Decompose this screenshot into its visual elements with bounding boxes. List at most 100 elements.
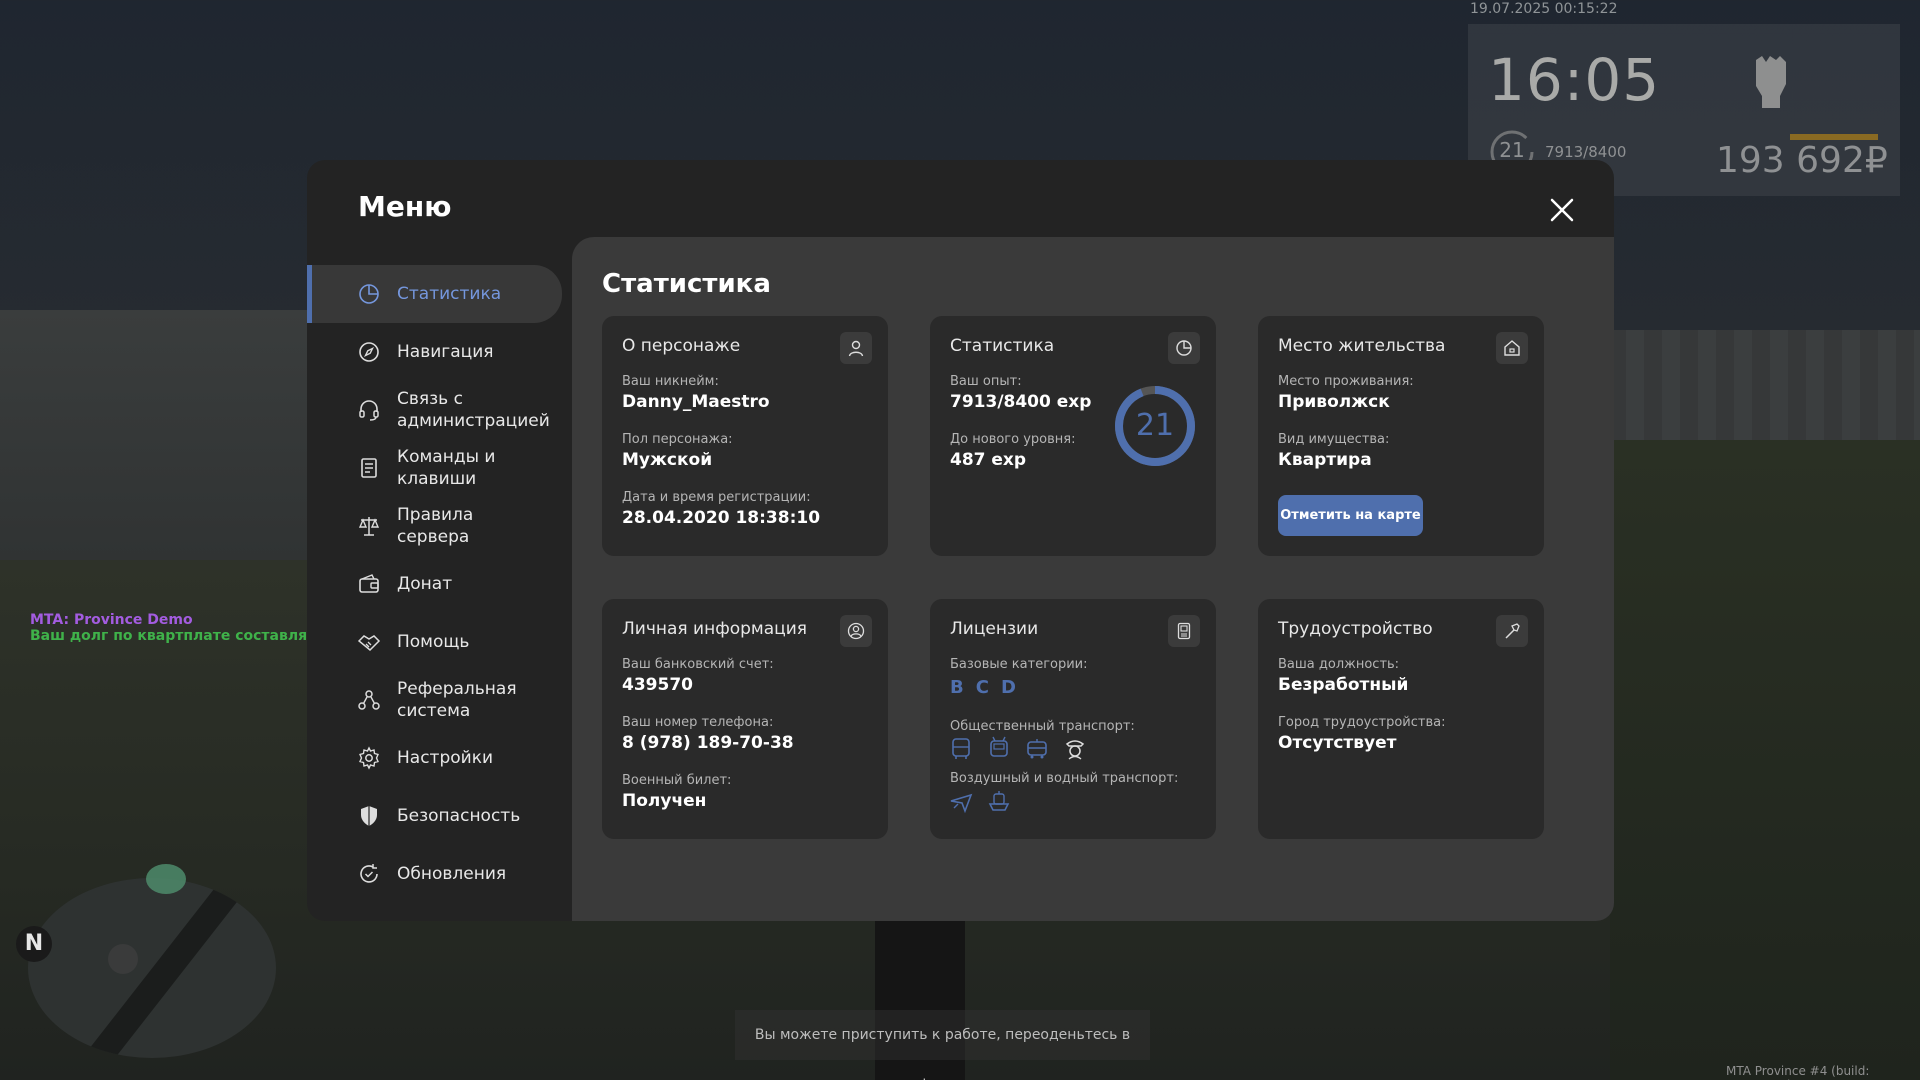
close-icon[interactable] <box>1545 193 1579 227</box>
background-field <box>1610 440 1920 1080</box>
gender-label: Пол персонажа: <box>622 432 733 447</box>
employment-city-label: Город трудоустройства: <box>1278 715 1446 730</box>
sidebar-item-commands[interactable]: Команды и клавиши <box>307 439 572 497</box>
card-icon-box <box>840 615 872 647</box>
sidebar-item-help[interactable]: Помощь <box>307 613 572 671</box>
card-title: Статистика <box>950 336 1055 356</box>
sidebar-item-label: Настройки <box>397 748 494 768</box>
minimap <box>28 878 276 1058</box>
minimap-road <box>76 878 246 1058</box>
license-category-d: D <box>1000 677 1016 698</box>
refresh-check-icon <box>360 864 378 883</box>
residence-place-label: Место проживания: <box>1278 374 1414 389</box>
house-icon <box>1504 340 1520 356</box>
hud-time: 16:05 <box>1488 46 1661 114</box>
sidebar-item-statistics[interactable]: Статистика <box>307 265 562 323</box>
content-panel: Статистика О персонаже Ваш никнейм: Dann… <box>572 237 1614 921</box>
nickname-value: Danny_Maestro <box>622 392 770 412</box>
licenses-card: Лицензии Базовые категории: B C D Общест… <box>930 599 1216 839</box>
hud-datetime: 19.07.2025 00:15:22 <box>1470 1 1618 17</box>
sidebar-item-label: Связь с администрацией <box>397 389 550 431</box>
sidebar-item-label: Навигация <box>397 342 494 362</box>
card-title: Место жительства <box>1278 336 1446 356</box>
sidebar-item-donate[interactable]: Донат <box>307 555 572 613</box>
pie-chart-icon <box>359 284 379 304</box>
card-title: О персонаже <box>622 336 741 356</box>
card-icon-box <box>840 332 872 364</box>
military-id-value: Получен <box>622 791 707 811</box>
build-info: MTA Province #4 (build: 6.12414.9) <box>1726 1064 1870 1080</box>
sidebar-item-label: Безопасность <box>397 806 521 826</box>
bus-stop-icon <box>146 864 186 894</box>
level-number: 21 <box>1135 408 1175 443</box>
trolleybus-icon <box>990 736 1008 757</box>
sidebar-item-label: Правила сервера <box>397 505 474 547</box>
sidebar-item-rules[interactable]: Правила сервера <box>307 497 572 555</box>
menu-window: Меню Статистика Навигация Связь с админи… <box>307 160 1614 921</box>
menu-title: Меню <box>358 190 452 223</box>
sidebar-item-label: Помощь <box>397 632 470 652</box>
fuel-station-icon <box>108 944 138 974</box>
nickname-label: Ваш никнейм: <box>622 374 719 389</box>
hud-money: 193 692₽ <box>1716 140 1888 181</box>
user-icon <box>848 340 864 357</box>
shield-icon <box>361 806 377 826</box>
plane-icon <box>950 793 973 814</box>
statistics-card: Статистика Ваш опыт: 7913/8400 exp До но… <box>930 316 1216 556</box>
user-circle-icon <box>847 622 865 640</box>
id-card-icon <box>1177 622 1191 640</box>
military-id-label: Военный билет: <box>622 773 732 788</box>
hint-message: Вы можете приступить к работе, переодень… <box>735 1010 1150 1080</box>
sidebar-item-settings[interactable]: Настройки <box>307 729 572 787</box>
sidebar-item-label: Статистика <box>397 284 502 304</box>
sidebar: Статистика Навигация Связь с администрац… <box>307 265 572 903</box>
bus-icon <box>952 738 970 759</box>
card-icon-box <box>1496 615 1528 647</box>
sidebar-item-referral[interactable]: Реферальная система <box>307 671 572 729</box>
tram-icon <box>1027 739 1047 759</box>
about-character-card: О персонаже Ваш никнейм: Danny_Maestro П… <box>602 316 888 556</box>
property-type-value: Квартира <box>1278 450 1372 470</box>
card-icon-box <box>1168 332 1200 364</box>
residence-card: Место жительства Место проживания: Приво… <box>1258 316 1544 556</box>
background-fence <box>1590 330 1920 450</box>
hud-level: 21 <box>1499 138 1525 162</box>
wallet-icon <box>359 574 379 593</box>
residence-place-value: Приволжск <box>1278 392 1390 412</box>
card-title: Личная информация <box>622 619 808 639</box>
sidebar-item-label: Обновления <box>397 864 507 884</box>
minimap-north-icon: N <box>16 926 52 962</box>
next-level-value: 487 exp <box>950 450 1027 470</box>
gender-value: Мужской <box>622 450 713 470</box>
bank-account-label: Ваш банковский счет: <box>622 657 774 672</box>
boat-icon <box>988 791 1010 811</box>
license-categories: B C D <box>950 677 1016 698</box>
compass-icon <box>359 342 379 362</box>
hud-exp: 7913/8400 <box>1545 143 1627 161</box>
next-level-label: До нового уровня: <box>950 432 1076 447</box>
sidebar-item-navigation[interactable]: Навигация <box>307 323 572 381</box>
exp-value: 7913/8400 exp <box>950 392 1092 412</box>
page-title: Статистика <box>602 269 771 299</box>
air-water-transport-icons <box>948 788 1012 814</box>
public-transport-label: Общественный транспорт: <box>950 719 1135 734</box>
phone-value: 8 (978) 189-70-38 <box>622 733 794 753</box>
taxi-driver-icon <box>1065 740 1085 760</box>
registration-label: Дата и время регистрации: <box>622 490 811 505</box>
sidebar-item-updates[interactable]: Обновления <box>307 845 572 903</box>
sidebar-item-security[interactable]: Безопасность <box>307 787 572 845</box>
handshake-icon <box>357 635 381 652</box>
pie-chart-icon <box>1176 340 1192 356</box>
hammer-icon <box>1505 623 1520 639</box>
registration-value: 28.04.2020 18:38:10 <box>622 508 821 528</box>
personal-info-card: Личная информация Ваш банковский счет: 4… <box>602 599 888 839</box>
card-title: Трудоустройство <box>1278 619 1433 639</box>
sidebar-item-admin-contact[interactable]: Связь с администрацией <box>307 381 572 439</box>
sidebar-item-label: Реферальная система <box>397 679 517 721</box>
mark-on-map-button[interactable]: Отметить на карте <box>1278 495 1423 536</box>
property-type-label: Вид имущества: <box>1278 432 1390 447</box>
card-icon-box <box>1496 332 1528 364</box>
phone-label: Ваш номер телефона: <box>622 715 774 730</box>
fist-icon <box>1756 56 1786 108</box>
bank-account-value: 439570 <box>622 675 693 695</box>
